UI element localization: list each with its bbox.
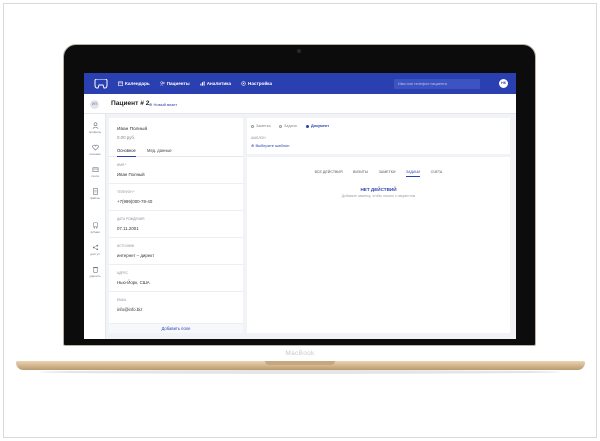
sidebar-item-files[interactable]: файлы <box>84 188 106 200</box>
patient-search-input[interactable]: Имя или телефон пациента <box>394 79 480 89</box>
top-navigation: Календарь Пациенты Аналитика Настройка И… <box>84 73 516 94</box>
plus-circle-icon: ⊕ <box>149 102 153 107</box>
type-label: Заметка <box>256 124 271 128</box>
new-visit-label: Новый визит <box>153 102 178 107</box>
field-phone[interactable]: Телефон * +7(999)000-78-40 <box>109 184 243 211</box>
field-value: +7(999)000-78-40 <box>117 199 153 204</box>
nav-analytics[interactable]: Аналитика <box>200 81 231 86</box>
field-label: Телефон * <box>117 190 135 194</box>
filter-all[interactable]: Все действия <box>315 170 343 176</box>
nav-patients[interactable]: Пациенты <box>159 81 190 86</box>
share-icon <box>92 244 98 251</box>
filter-bills[interactable]: Счета <box>431 170 443 176</box>
field-name[interactable]: Имя * Иван Полный <box>109 157 243 184</box>
type-task-option[interactable]: Задача <box>279 124 297 128</box>
type-note-option[interactable]: Заметка <box>251 124 271 128</box>
sidebar-item-profile[interactable]: профиль <box>84 122 106 134</box>
type-label: Задача <box>284 124 297 128</box>
user-avatar[interactable]: НК <box>499 79 508 88</box>
calendar-icon <box>118 81 123 86</box>
radio-icon <box>251 124 254 128</box>
bill-icon <box>92 167 98 172</box>
patient-avatar: ИП <box>90 100 99 109</box>
field-label: Email <box>117 298 127 302</box>
sidebar-item-dental[interactable]: зубная <box>84 222 106 234</box>
field-source[interactable]: Источник интернет – директ <box>109 238 243 265</box>
field-label: Имя * <box>117 163 127 167</box>
nav-calendar-label: Календарь <box>125 81 150 86</box>
empty-state-subtitle: Добавьте заметку, чтобы начать с пациент… <box>341 194 416 198</box>
settings-icon <box>241 81 246 86</box>
field-label: Источник <box>117 244 135 248</box>
person-icon <box>92 122 98 129</box>
field-value: Иван Полный <box>117 172 145 177</box>
device-label: MacBook <box>285 350 315 357</box>
analytics-icon <box>200 81 205 86</box>
type-label: Документ <box>311 124 330 128</box>
field-value: 07.11.2001 <box>117 226 139 231</box>
sidebar-label: файлы <box>90 196 100 200</box>
patient-card: Иван Полный 0.00 руб. Основное Мед. данн… <box>109 118 243 333</box>
patient-balance: 0.00 руб. <box>117 135 136 140</box>
choose-template-label: Выберите шаблон <box>255 143 290 148</box>
new-visit-button[interactable]: ⊕ Новый визит <box>149 102 177 107</box>
sidebar-item-bills[interactable]: счета <box>84 166 106 178</box>
patient-header: ИП Пациент # 2 ⊕ Новый визит <box>84 94 516 114</box>
sidebar-item-delete[interactable]: удалить <box>84 266 106 278</box>
field-email[interactable]: Email info@info.biz <box>109 292 243 319</box>
field-birthdate[interactable]: Дата рождения 07.11.2001 <box>109 211 243 238</box>
sidebar-label: счета <box>91 174 99 178</box>
feed-filters: Все действия Визиты Заметки Задачи Счета <box>247 160 510 178</box>
sidebar-item-treatment[interactable]: лечение <box>84 144 106 156</box>
nav-patients-label: Пациенты <box>166 81 190 86</box>
card-tabs: Основное Мед. данные <box>109 145 243 157</box>
field-address[interactable]: Адрес Нью-Йорк, США <box>109 265 243 292</box>
file-icon <box>92 188 98 195</box>
patient-name: Иван Полный <box>117 127 148 132</box>
empty-state-title: Нет действий <box>360 187 397 192</box>
sidebar-label: профиль <box>88 130 102 134</box>
sidebar-label: зубная <box>90 230 100 234</box>
sidebar-item-access[interactable]: доступ <box>84 244 106 256</box>
heart-icon <box>91 144 99 151</box>
laptop-notch <box>265 361 335 365</box>
field-label: Дата рождения <box>117 217 145 221</box>
trash-icon <box>92 267 98 273</box>
tab-medical[interactable]: Мед. данные <box>147 148 172 153</box>
type-document-option[interactable]: Документ <box>306 124 329 128</box>
patient-sidebar: профиль лечение счета файлы зубная досту… <box>84 114 106 339</box>
radio-icon <box>279 124 282 128</box>
choose-template-button[interactable]: ⊕ Выберите шаблон <box>251 143 289 148</box>
app-screen: Календарь Пациенты Аналитика Настройка И… <box>84 73 516 339</box>
filter-visits[interactable]: Визиты <box>353 170 368 176</box>
field-value: info@info.biz <box>117 307 143 312</box>
plus-circle-icon: ⊕ <box>251 143 255 148</box>
tooth-logo-icon[interactable] <box>94 78 108 89</box>
page-title: Пациент # 2 <box>111 100 150 107</box>
nav-calendar[interactable]: Календарь <box>118 81 150 86</box>
tooth-icon <box>92 222 98 229</box>
filter-tasks[interactable]: Задачи <box>405 170 421 177</box>
filter-notes[interactable]: Заметки <box>379 170 396 176</box>
template-label: Шаблон <box>251 136 266 140</box>
laptop-shadow <box>40 370 560 374</box>
sidebar-label: лечение <box>89 152 101 156</box>
action-composer: Заметка Задача Документ Шаблон ⊕ Выберит… <box>247 118 510 154</box>
patients-icon <box>159 81 165 86</box>
radio-selected-icon <box>306 124 309 128</box>
field-label: Адрес <box>117 271 128 275</box>
tab-main[interactable]: Основное <box>117 148 136 157</box>
sidebar-label: доступ <box>90 252 100 256</box>
sidebar-label: удалить <box>89 274 101 278</box>
field-value: Нью-Йорк, США <box>117 280 150 285</box>
activity-feed: Все действия Визиты Заметки Задачи Счета… <box>247 157 510 333</box>
nav-analytics-label: Аналитика <box>206 81 232 86</box>
nav-settings-label: Настройка <box>248 81 273 86</box>
nav-settings[interactable]: Настройка <box>241 81 272 86</box>
camera-icon <box>297 49 301 53</box>
add-field-button[interactable]: Добавить поле <box>109 323 243 333</box>
field-value: интернет – директ <box>117 253 155 258</box>
